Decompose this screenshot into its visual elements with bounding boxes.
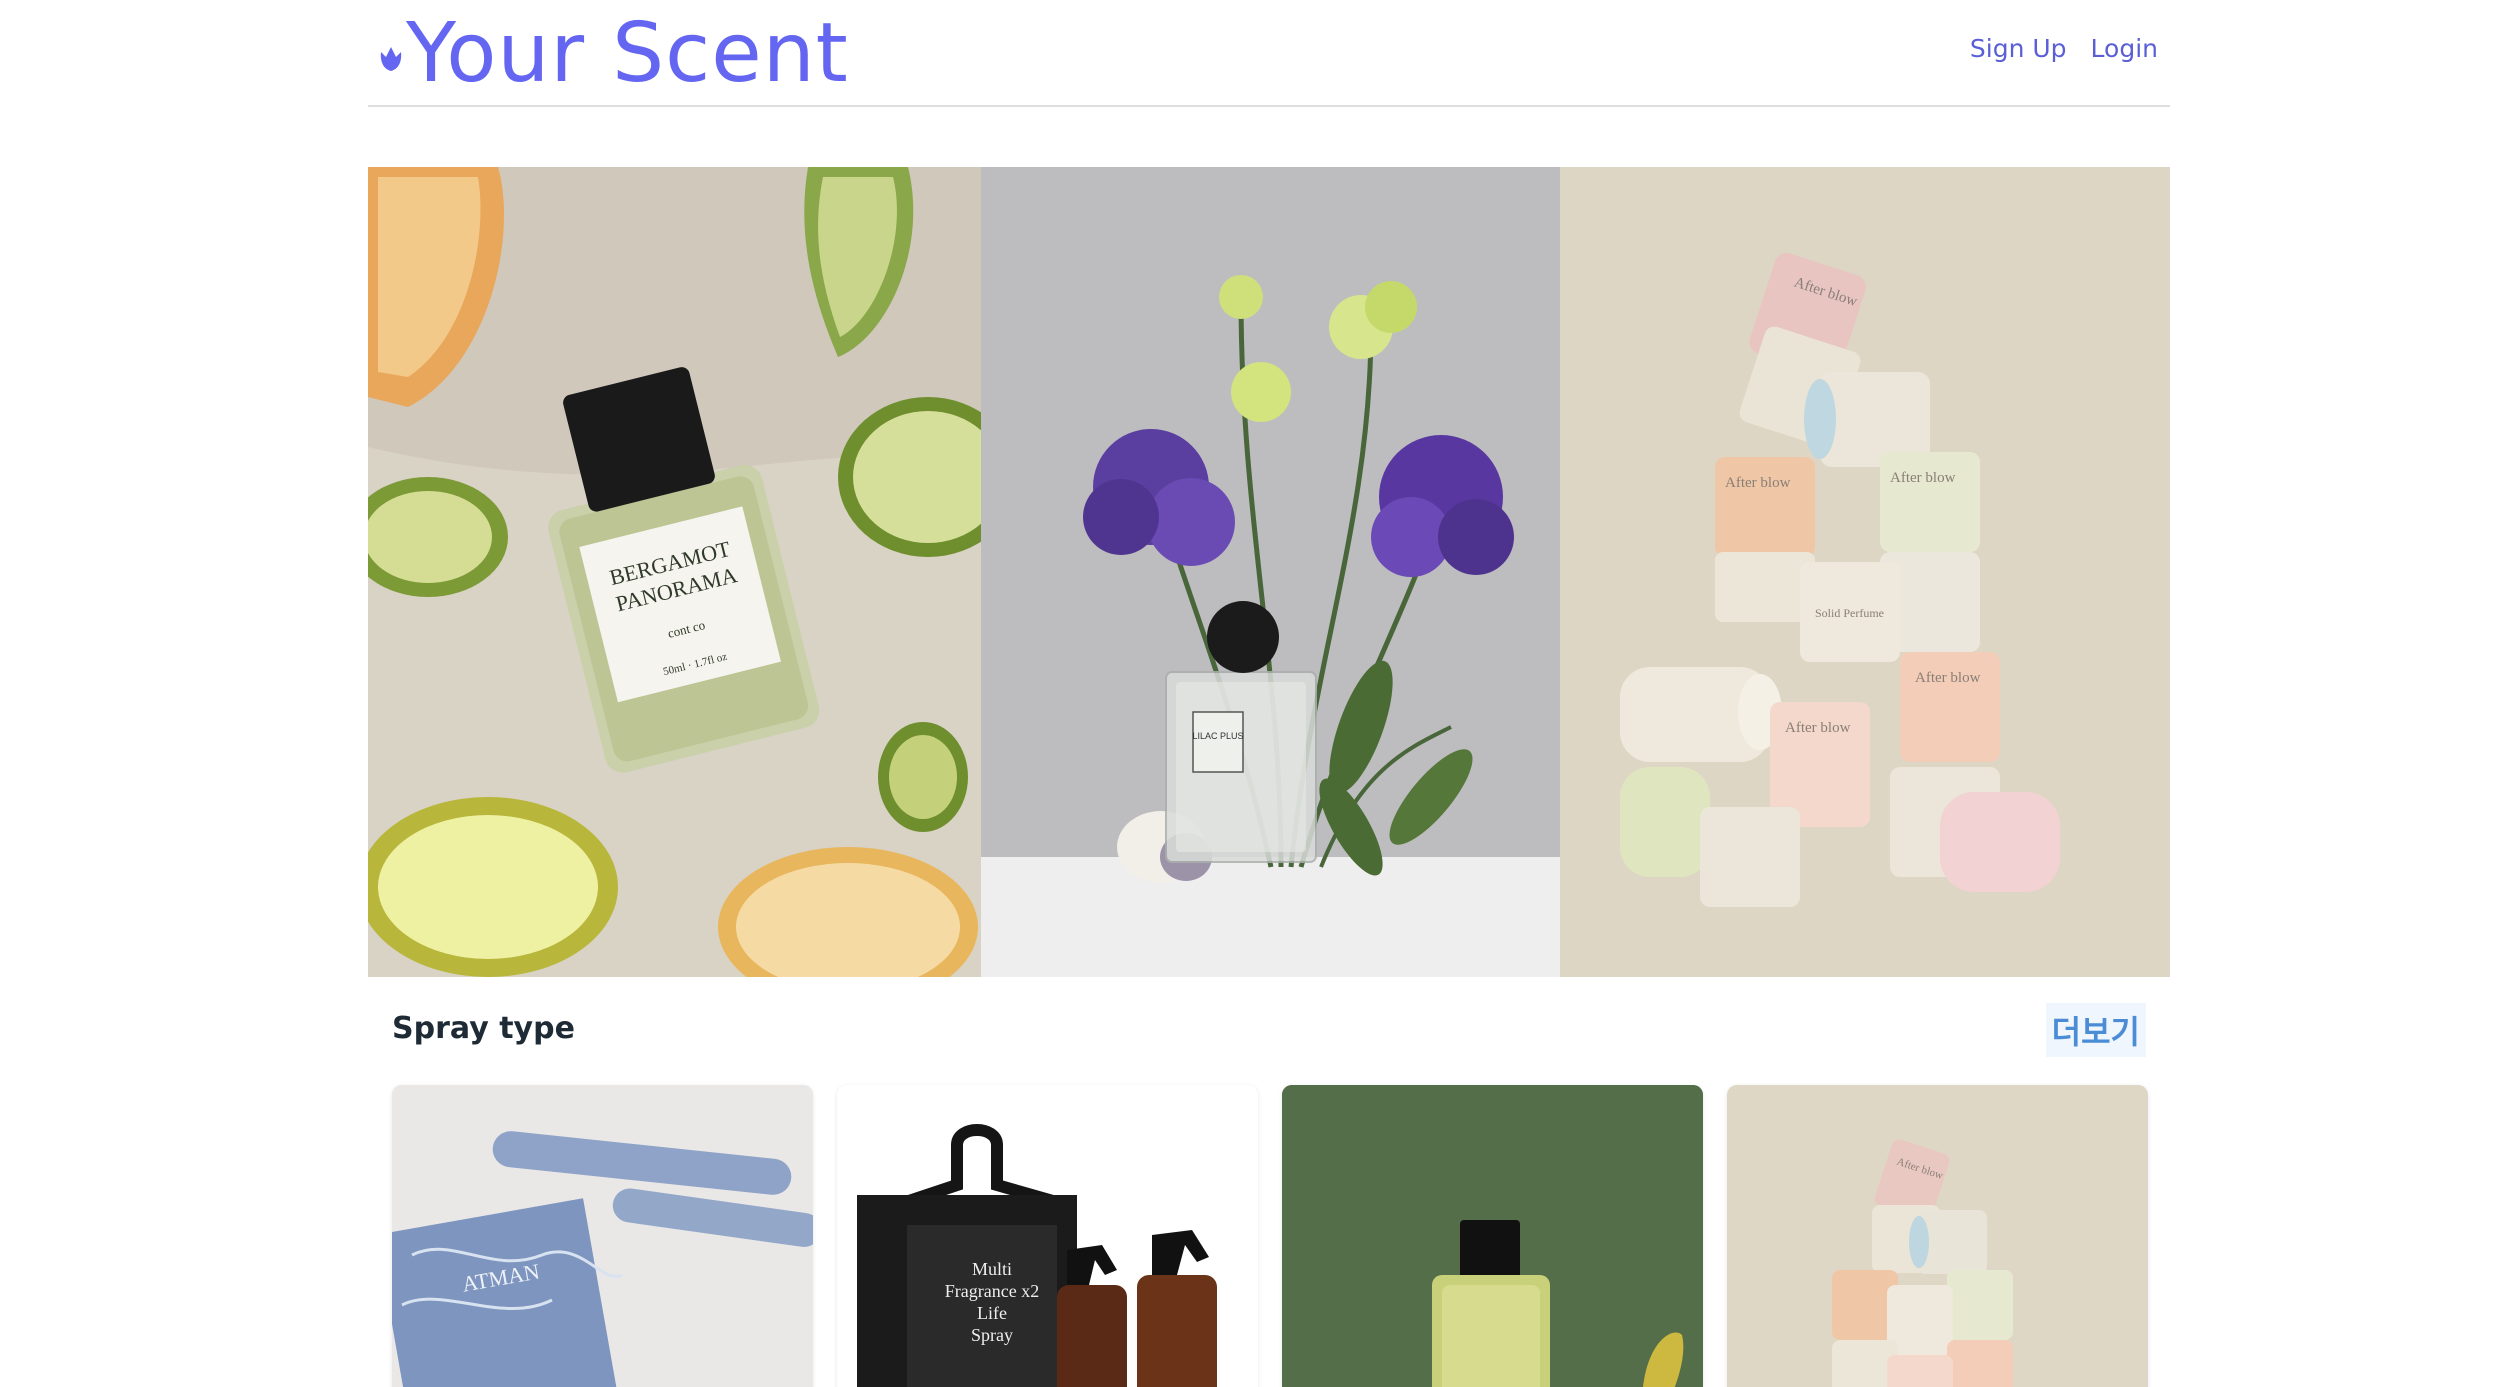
bergamot-perfume-photo: BERGAMOT PANORAMA cont co 50ml · 1.7fl o… [368, 167, 981, 977]
blue-perfume-box-photo: ATMAN [392, 1085, 813, 1387]
product-text-line1: Multi [972, 1259, 1012, 1279]
lilac-bottle-label: LILAC PLUS [1192, 731, 1243, 741]
site-header: Your Scent Sign Up Login [368, 0, 2170, 107]
product-card[interactable]: Multi Fragrance x2 Life Spray [837, 1085, 1258, 1387]
afterblow-solid-perfume-photo: After blow After blow After blow Solid P… [1560, 167, 2170, 977]
afterblow-stack-photo: After blow [1727, 1085, 2148, 1387]
multi-fragrance-spray-photo: Multi Fragrance x2 Life Spray [837, 1085, 1258, 1387]
afterblow-label-right: After blow [1915, 670, 1981, 686]
hero-slide-lilac[interactable]: LILAC PLUS [981, 167, 1560, 977]
hero-slide-bergamot[interactable]: BERGAMOT PANORAMA cont co 50ml · 1.7fl o… [368, 167, 981, 977]
section-title: Spray type [392, 1011, 575, 1046]
afterblow-label-bottom: After blow [1785, 720, 1851, 736]
green-perfume-bottle-photo [1282, 1085, 1703, 1387]
product-card[interactable]: After blow [1727, 1085, 2148, 1387]
afterblow-label-left: After blow [1725, 475, 1791, 491]
brand-logo-link[interactable]: Your Scent [378, 6, 849, 102]
product-text-line2: Fragrance x2 [945, 1281, 1039, 1301]
page-container: Your Scent Sign Up Login BERGAMOT PANORA… [368, 0, 2170, 1387]
spray-type-section-header: Spray type 더보기 [392, 1003, 2146, 1057]
product-card-list: ATMAN Multi Fragrance x2 Life Spray Afte… [392, 1085, 2152, 1387]
header-nav: Sign Up Login [1970, 34, 2158, 63]
lilac-perfume-flowers-photo: LILAC PLUS [981, 167, 1560, 977]
hero-banner: BERGAMOT PANORAMA cont co 50ml · 1.7fl o… [368, 167, 2170, 977]
login-link[interactable]: Login [2091, 34, 2158, 63]
product-card[interactable]: ATMAN [392, 1085, 813, 1387]
product-card[interactable] [1282, 1085, 1703, 1387]
afterblow-label-mid: After blow [1890, 470, 1956, 486]
product-text-line3: Life [977, 1303, 1007, 1323]
more-link[interactable]: 더보기 [2045, 1003, 2146, 1057]
hero-slide-afterblow[interactable]: After blow After blow After blow Solid P… [1560, 167, 2170, 977]
tulip-icon [380, 47, 402, 71]
signup-link[interactable]: Sign Up [1970, 34, 2067, 63]
brand-name: Your Scent [406, 6, 849, 101]
afterblow-sublabel: Solid Perfume [1815, 606, 1884, 620]
product-text-line4: Spray [971, 1325, 1013, 1345]
